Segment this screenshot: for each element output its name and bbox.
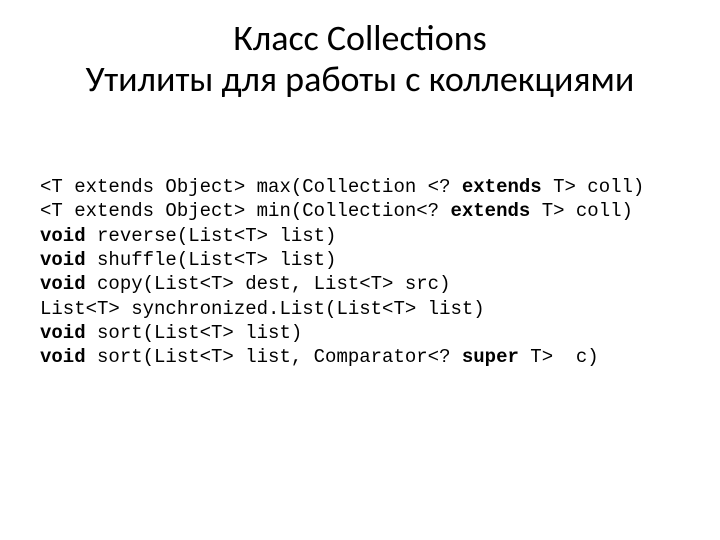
keyword-super: super (462, 346, 519, 368)
slide: Класс Collections Утилиты для работы с к… (0, 0, 720, 540)
slide-title: Класс Collections Утилиты для работы с к… (0, 0, 720, 101)
code-line-3: void reverse(List<T> list) (40, 225, 336, 247)
code-line-7: void sort(List<T> list) (40, 322, 302, 344)
keyword-extends: extends (462, 176, 542, 198)
code-line-1: <T extends Object> max(Collection <? ext… (40, 176, 644, 198)
code-block: <T extends Object> max(Collection <? ext… (40, 175, 644, 370)
keyword-void: void (40, 346, 86, 368)
code-line-2: <T extends Object> min(Collection<? exte… (40, 200, 633, 222)
code-line-8: void sort(List<T> list, Comparator<? sup… (40, 346, 599, 368)
keyword-void: void (40, 322, 86, 344)
keyword-void: void (40, 225, 86, 247)
code-line-5: void copy(List<T> dest, List<T> src) (40, 273, 450, 295)
code-line-4: void shuffle(List<T> list) (40, 249, 336, 271)
keyword-void: void (40, 249, 86, 271)
title-line-1: Класс Collections (0, 18, 720, 59)
code-line-6: List<T> synchronized.List(List<T> list) (40, 298, 485, 320)
keyword-void: void (40, 273, 86, 295)
keyword-extends: extends (450, 200, 530, 222)
title-line-2: Утилиты для работы с коллекциями (0, 59, 720, 100)
